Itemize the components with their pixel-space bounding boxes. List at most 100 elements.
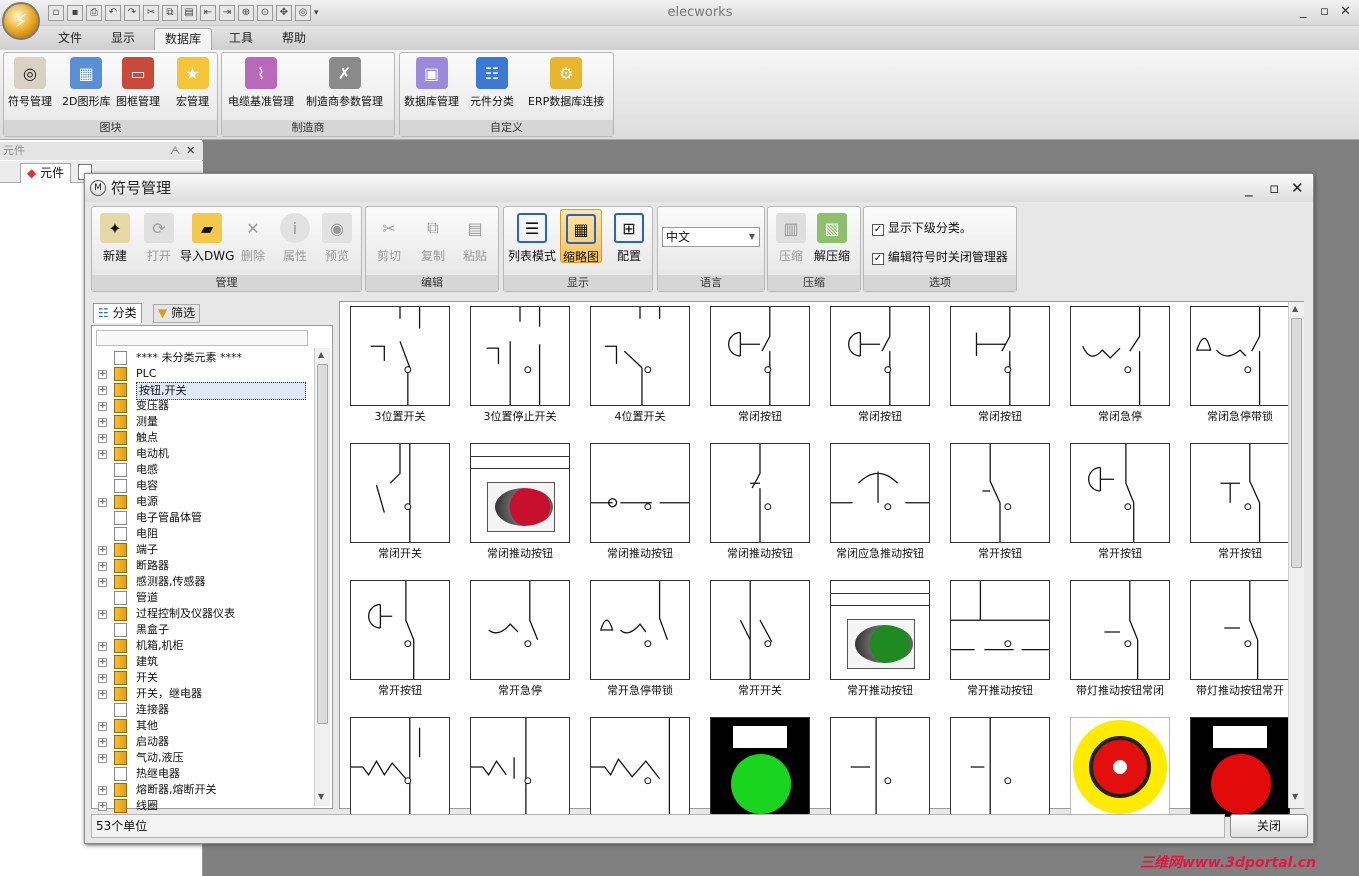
expand-icon[interactable]: + [98, 802, 107, 811]
tab-filter[interactable]: ▼ 筛选 [153, 304, 201, 323]
paste-icon[interactable]: ▤ [181, 4, 197, 21]
tree-item[interactable]: 电容 [92, 478, 308, 494]
zoom-in-icon[interactable]: ⊕ [238, 4, 254, 21]
symbol-thumbnail[interactable]: 常闭推动按钮 [460, 439, 580, 569]
symbol-thumbnail[interactable]: 常开急停带锁 [580, 576, 700, 706]
dialog-maximize-icon[interactable]: ▫ [1269, 174, 1279, 202]
tree-item[interactable]: 电感 [92, 462, 308, 478]
tree-item[interactable]: + PLC [92, 366, 308, 382]
maximize-icon[interactable]: ▫ [1320, 4, 1329, 19]
tree-item[interactable]: + 触点 [92, 430, 308, 446]
expand-icon[interactable]: + [98, 642, 107, 651]
cable-reference-button[interactable]: ⌇ 电缆基准管理 [228, 57, 294, 109]
2d-library-button[interactable]: ▦ 2D图形库 [62, 57, 110, 109]
expand-icon[interactable]: + [98, 674, 107, 683]
expand-icon[interactable]: + [98, 418, 107, 427]
copy-icon[interactable]: ⧉ [162, 4, 178, 21]
symbol-manager-button[interactable]: ◎ 符号管理 [8, 57, 52, 109]
symbol-thumbnail[interactable]: 常开推动按钮 [940, 576, 1060, 706]
import-dwg-button[interactable]: ▰ 导入DWG [180, 213, 234, 264]
qat-dropdown-icon[interactable]: ▾ [314, 8, 319, 18]
new-button[interactable]: ✦ 新建 [100, 213, 130, 264]
scroll-down-icon[interactable]: ▼ [1292, 792, 1298, 801]
title-block-manager-button[interactable]: ▭ 图框管理 [116, 57, 160, 109]
tree-scroll-thumb[interactable] [317, 364, 328, 724]
tree-item[interactable]: **** 未分类元素 **** [92, 350, 308, 366]
tab-database[interactable]: 数据库 [154, 28, 213, 50]
expand-icon[interactable]: + [98, 722, 107, 731]
symbol-thumbnail[interactable]: 常闭急停带锁 [1180, 302, 1300, 432]
export-icon[interactable]: ⇥ [219, 4, 235, 21]
symbol-thumbnail[interactable]: 常闭按钮 [700, 302, 820, 432]
list-mode-button[interactable]: ☰ 列表模式 [508, 213, 556, 264]
tab-help[interactable]: 帮助 [272, 28, 316, 50]
tree-item[interactable]: 电子管晶体管 [92, 510, 308, 526]
compress-button[interactable]: ▥ 压缩 [776, 213, 806, 264]
expand-icon[interactable]: + [98, 562, 107, 571]
tree-item[interactable]: + 测量 [92, 414, 308, 430]
symbol-thumbnail[interactable]: 常开按钮 [1180, 439, 1300, 569]
scroll-down-icon[interactable]: ▼ [318, 792, 324, 801]
tree-item[interactable]: + 按钮,开关 [92, 382, 308, 400]
symbol-thumbnail[interactable]: 常开急停 [460, 576, 580, 706]
dialog-minimize-icon[interactable]: _ [1245, 174, 1253, 202]
application-menu-button[interactable]: ⚡ [2, 2, 40, 40]
copy-button[interactable]: ⧉ 复制 [418, 213, 448, 264]
import-icon[interactable]: ⇤ [200, 4, 216, 21]
tab-components[interactable]: ◆ 元件 [20, 163, 72, 183]
symbol-thumbnail[interactable]: 常闭开关 [340, 439, 460, 569]
expand-icon[interactable]: + [98, 450, 107, 459]
close-icon[interactable]: ✕ [1340, 4, 1351, 19]
symbol-thumbnail[interactable]: 常闭急停 [1060, 302, 1180, 432]
scroll-up-icon[interactable]: ▲ [1292, 304, 1298, 313]
tree-item[interactable]: + 气动,液压 [92, 750, 308, 766]
symbol-thumbnail[interactable]: 3位置开关 [340, 302, 460, 432]
close-on-edit-checkbox[interactable]: ✓ 编辑符号时关闭管理器 [872, 248, 1008, 265]
thumbnail-button[interactable]: ▦ 缩略图 [560, 209, 603, 264]
symbol-thumbnail[interactable]: 常闭按钮 [820, 302, 940, 432]
tree-item[interactable]: + 开关 [92, 670, 308, 686]
tree-item[interactable]: + 端子 [92, 542, 308, 558]
configure-button[interactable]: ⊞ 配置 [614, 213, 644, 264]
expand-icon[interactable]: + [98, 738, 107, 747]
tree-item[interactable]: + 过程控制及仪器仪表 [92, 606, 308, 622]
tree-item[interactable]: 黑盒子 [92, 622, 308, 638]
language-select[interactable]: 中文 ▼ [662, 227, 760, 247]
expand-icon[interactable]: + [98, 658, 107, 667]
paste-button[interactable]: ▤ 粘贴 [460, 213, 490, 264]
symbol-thumbnail[interactable]: 常闭应急推动按钮 [820, 439, 940, 569]
gallery-scroll-thumb[interactable] [1291, 318, 1302, 568]
delete-button[interactable]: ✕ 删除 [238, 213, 268, 264]
pin-icon[interactable]: ᗅ [170, 142, 180, 160]
tree-item[interactable]: + 断路器 [92, 558, 308, 574]
expand-icon[interactable]: + [98, 402, 107, 411]
zoom-icon[interactable]: ⊙ [257, 4, 273, 21]
print-icon[interactable]: ⎙ [86, 4, 102, 21]
expand-icon[interactable]: + [98, 754, 107, 763]
tree-item[interactable]: 电阻 [92, 526, 308, 542]
component-classification-button[interactable]: ☷ 元件分类 [470, 57, 514, 109]
symbol-icon[interactable]: ◎ [295, 4, 311, 21]
new-file-icon[interactable]: ▫ [48, 4, 64, 21]
macro-manager-button[interactable]: ★ 宏管理 [176, 57, 209, 109]
symbol-thumbnail[interactable]: 3位置停止开关 [460, 302, 580, 432]
tree-item[interactable]: + 感测器,传感器 [92, 574, 308, 590]
expand-icon[interactable]: + [98, 498, 107, 507]
tree-item[interactable]: + 机箱,机柜 [92, 638, 308, 654]
undo-icon[interactable]: ↶ [105, 4, 121, 21]
expand-icon[interactable]: + [98, 578, 107, 587]
expand-icon[interactable]: + [98, 386, 107, 395]
symbol-thumbnail[interactable]: 常闭按钮 [940, 302, 1060, 432]
dialog-close-icon[interactable]: ✕ [1291, 174, 1304, 202]
tree-item[interactable]: 热继电器 [92, 766, 308, 782]
gallery-scrollbar[interactable]: ▲ ▼ [1288, 302, 1304, 808]
tree-item[interactable]: + 建筑 [92, 654, 308, 670]
symbol-thumbnail[interactable]: 常闭推动按钮 [700, 439, 820, 569]
save-icon[interactable]: ▪ [67, 4, 83, 21]
panel-close-icon[interactable]: ✕ [186, 142, 195, 160]
tree-item[interactable]: + 开关，继电器 [92, 686, 308, 702]
symbol-thumbnail[interactable]: 带灯推动按钮常开 [1180, 576, 1300, 706]
minimize-icon[interactable]: _ [1300, 4, 1307, 19]
open-button[interactable]: ⟳ 打开 [144, 213, 174, 264]
expand-icon[interactable]: + [98, 786, 107, 795]
